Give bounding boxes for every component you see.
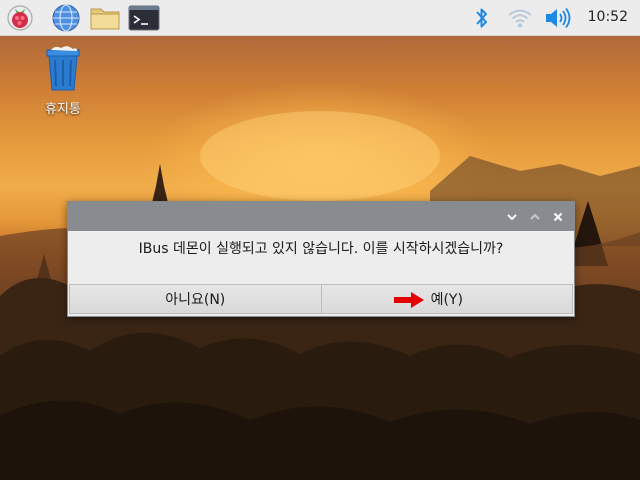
terminal-icon <box>128 5 160 31</box>
dialog-buttons: 아니요(N) 예(Y) <box>69 284 573 314</box>
trash-icon <box>46 46 80 91</box>
yes-button[interactable]: 예(Y) <box>321 284 573 314</box>
trash-desktop-icon[interactable]: 휴지통 <box>30 44 96 117</box>
file-manager-button[interactable] <box>89 2 121 34</box>
no-button-label: 아니요(N) <box>165 292 226 308</box>
terminal-button[interactable] <box>128 2 160 34</box>
clock[interactable]: 10:52 <box>588 9 628 25</box>
chevron-up-icon <box>530 213 540 220</box>
ibus-dialog: IBus 데몬이 실행되고 있지 않습니다. 이를 시작하시겠습니까? 아니요(… <box>67 201 575 317</box>
bluetooth-button[interactable] <box>466 2 498 34</box>
volume-button[interactable] <box>542 2 574 34</box>
red-arrow-icon <box>393 292 424 308</box>
close-button[interactable] <box>550 209 566 225</box>
web-browser-button[interactable] <box>50 2 82 34</box>
minimize-button[interactable] <box>504 209 520 225</box>
maximize-button[interactable] <box>527 209 543 225</box>
volume-icon <box>546 7 571 29</box>
bluetooth-icon <box>476 8 487 28</box>
chevron-down-icon <box>507 214 517 221</box>
close-icon <box>553 212 563 222</box>
raspberry-icon <box>7 5 33 31</box>
globe-icon <box>52 4 80 32</box>
taskbar: 10:52 <box>0 0 640 36</box>
wifi-button[interactable] <box>504 2 536 34</box>
wifi-icon <box>508 9 532 28</box>
trash-label: 휴지통 <box>45 102 81 117</box>
folder-icon <box>90 8 120 30</box>
dialog-message: IBus 데몬이 실행되고 있지 않습니다. 이를 시작하시겠습니까? <box>138 241 504 257</box>
dialog-titlebar[interactable] <box>68 202 574 231</box>
no-button[interactable]: 아니요(N) <box>69 284 322 314</box>
raspberry-menu-button[interactable] <box>4 2 36 34</box>
yes-button-label: 예(Y) <box>430 292 463 308</box>
